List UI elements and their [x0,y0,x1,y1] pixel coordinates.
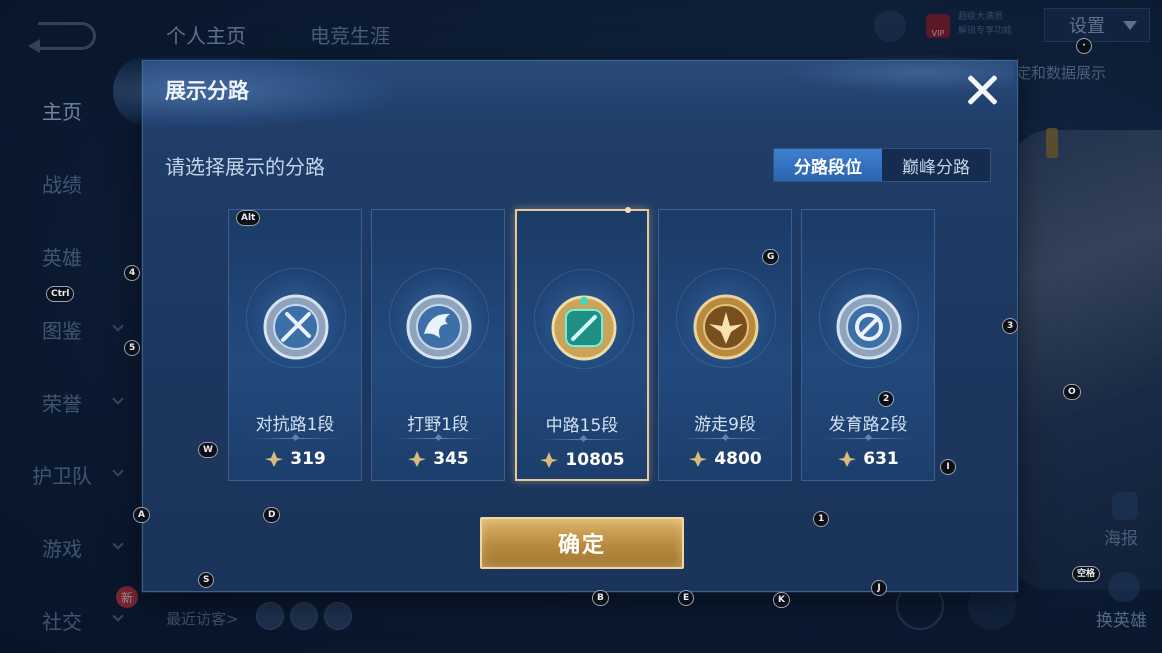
lane-rank-label: 中路15段 [545,416,619,436]
key-hint-dot: · [1076,38,1092,54]
rank-points-icon [838,451,857,467]
selection-indicator [625,207,631,213]
key-hint-space: 空格 [1072,566,1101,582]
lane-card-bottom[interactable]: 发育路2段 631 [801,209,935,481]
lane-score-value: 10805 [565,450,625,470]
lane-score-value: 4800 [714,449,762,469]
key-hint-k: K [773,592,790,608]
key-hint-a: A [133,507,150,523]
lane-card-jungle[interactable]: 打野1段 345 [371,209,505,481]
lane-rank-label: 打野1段 [407,415,469,435]
lane-score-value: 319 [290,449,326,469]
lane-score-value: 631 [863,449,899,469]
lane-score: 631 [802,449,934,469]
key-hint-alt: Alt [236,210,261,226]
lane-score-value: 345 [433,449,469,469]
cloud-ornament [113,55,393,127]
rank-points-icon [265,451,284,467]
key-hint-o: O [1063,384,1081,400]
rank-points-icon [689,451,708,467]
divider-ornament [434,433,443,442]
rank-points-icon [540,452,559,468]
dialog-header: 展示分路 [113,53,1017,127]
divider-ornament [721,433,730,442]
rank-points-icon [408,451,427,467]
key-hint-w: W [198,442,218,458]
gold-wing-emblem-icon [693,294,759,360]
silver-sword-emblem-icon [263,294,329,360]
lane-mode-toggle: 分路段位 巅峰分路 [773,148,991,182]
lane-rank-label: 对抗路1段 [255,415,335,435]
lane-score: 10805 [517,450,647,470]
key-hint-j: J [871,580,887,596]
divider-ornament [579,434,588,443]
lane-score: 319 [229,449,361,469]
dialog-title: 展示分路 [165,79,249,103]
lane-card-top[interactable]: 对抗路1段 319 [228,209,362,481]
jade-gold-emblem-icon [551,295,617,361]
lane-rank-label: 发育路2段 [828,415,908,435]
dialog-subtitle: 请选择展示的分路 [165,155,325,179]
key-hint-e: E [678,590,695,606]
divider-ornament [864,433,873,442]
lane-card-mid[interactable]: 中路15段 10805 [515,207,649,481]
tab-lane-rank[interactable]: 分路段位 [774,149,882,181]
close-icon[interactable] [961,69,1003,111]
tab-peak-lane[interactable]: 巅峰分路 [882,149,990,181]
key-hint-ctrl: Ctrl [46,286,75,302]
lane-card-list: 对抗路1段 319 打野1段 345 中路15段 10805 游走9段 4800… [228,207,938,483]
silver-dragon-emblem-icon [406,294,472,360]
lane-score: 4800 [659,449,791,469]
lane-score: 345 [372,449,504,469]
confirm-button[interactable]: 确定 [480,517,684,569]
divider-ornament [291,433,300,442]
lane-rank-label: 游走9段 [694,415,756,435]
key-hint-b: B [592,590,609,606]
silver-circle-emblem-icon [836,294,902,360]
key-hint-i: I [940,459,956,475]
